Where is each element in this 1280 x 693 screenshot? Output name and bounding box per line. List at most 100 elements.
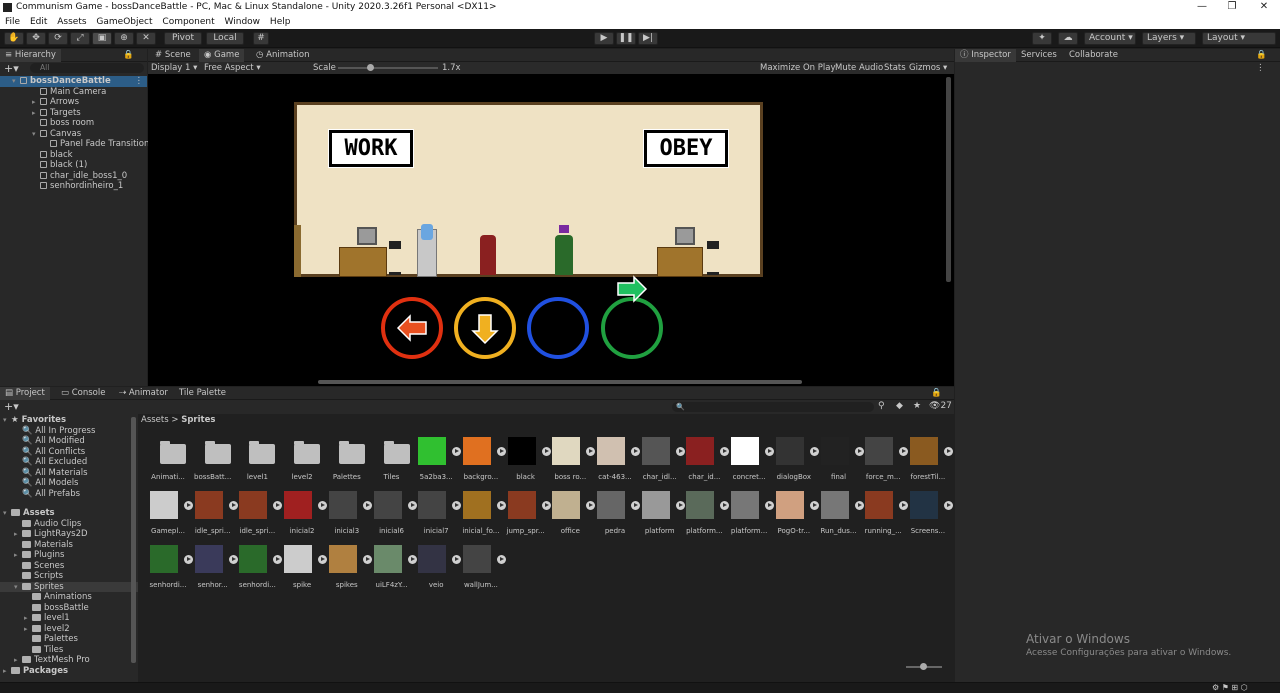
asset-folder-item[interactable]: ▸ Plugins [0, 550, 138, 561]
packages-header[interactable]: ▸ Packages [0, 666, 138, 677]
favorite-item[interactable]: 🔍 All Conflicts [0, 447, 138, 458]
asset-item[interactable]: char_id... [682, 435, 730, 489]
asset-item[interactable]: backgro... [459, 435, 506, 489]
scale-tool-icon[interactable]: ⤢ [70, 32, 90, 45]
asset-item[interactable]: inicial_fo... [459, 489, 506, 543]
rect-tool-icon[interactable]: ▣ [92, 32, 112, 45]
rotate-tool-icon[interactable]: ⟳ [48, 32, 68, 45]
move-tool-icon[interactable]: ✥ [26, 32, 46, 45]
collab-icon[interactable]: ✦ [1032, 32, 1052, 45]
hierarchy-item[interactable]: boss room [0, 118, 147, 129]
asset-item[interactable]: running_... [861, 489, 909, 543]
asset-folder-item[interactable]: Palettes [0, 634, 138, 645]
asset-item[interactable]: senhordi... [146, 543, 193, 597]
asset-item[interactable]: black [504, 435, 551, 489]
grid-snap-icon[interactable]: # [253, 32, 269, 45]
asset-item[interactable]: char_idl... [638, 435, 685, 489]
hierarchy-item[interactable]: char_idle_boss1_0 [0, 171, 147, 182]
pause-button[interactable]: ❚❚ [616, 32, 636, 45]
close-button[interactable]: ✕ [1250, 1, 1278, 14]
tab-services[interactable]: Services [1016, 49, 1062, 62]
favorite-item[interactable]: 🔍 All Excluded [0, 457, 138, 468]
asset-item[interactable]: PogO-tr... [772, 489, 819, 543]
asset-item[interactable]: spikes [325, 543, 372, 597]
asset-item[interactable]: wallJum... [459, 543, 506, 597]
hierarchy-item[interactable]: ▸ Targets [0, 108, 147, 119]
asset-item[interactable]: boss ro... [548, 435, 596, 489]
hierarchy-item[interactable]: Main Camera [0, 87, 147, 98]
hierarchy-search-input[interactable]: All [30, 63, 144, 73]
maximize-button[interactable]: ❐ [1218, 1, 1246, 14]
asset-item[interactable]: concret... [727, 435, 775, 489]
asset-item[interactable]: inicial2 [280, 489, 328, 543]
asset-item[interactable]: Screens... [906, 489, 953, 543]
hierarchy-item[interactable]: ▸ Arrows [0, 97, 147, 108]
play-button[interactable]: ▶ [594, 32, 614, 45]
asset-item[interactable]: Gamepl... [146, 489, 193, 543]
asset-folder-item[interactable]: ▸ level1 [0, 613, 138, 624]
asset-item[interactable]: senhor... [191, 543, 238, 597]
custom-tool-icon[interactable]: ✕ [136, 32, 156, 45]
hierarchy-item[interactable]: black [0, 150, 147, 161]
tab-animator[interactable]: ⇢ Animator [114, 387, 173, 400]
menu-window[interactable]: Window [225, 15, 261, 29]
transform-tool-icon[interactable]: ⊕ [114, 32, 134, 45]
hierarchy-item[interactable]: black (1) [0, 160, 147, 171]
asset-item[interactable]: forestTil... [906, 435, 953, 489]
asset-item[interactable]: bossBatt... [191, 435, 235, 489]
game-view-vscrollbar[interactable] [946, 77, 951, 282]
menu-gameobject[interactable]: GameObject [96, 15, 152, 29]
lock-icon[interactable]: 🔒 [118, 49, 139, 62]
favorite-item[interactable]: 🔍 All Modified [0, 436, 138, 447]
asset-item[interactable]: veio [414, 543, 462, 597]
cloud-icon[interactable]: ☁ [1058, 32, 1078, 45]
favorites-header[interactable]: ▾ ★ Favorites [0, 415, 138, 426]
asset-folder-item[interactable]: Audio Clips [0, 519, 138, 530]
asset-item[interactable]: Palettes [325, 435, 369, 489]
asset-item[interactable]: pedra [593, 489, 640, 543]
asset-item[interactable]: office [548, 489, 596, 543]
assets-header[interactable]: ▾ Assets [0, 508, 138, 519]
menu-assets[interactable]: Assets [57, 15, 86, 29]
scene-root-row[interactable]: ▾ bossDanceBattle ⋮ [0, 76, 147, 87]
menu-file[interactable]: File [5, 15, 20, 29]
asset-folder-item[interactable]: Scripts [0, 571, 138, 582]
asset-item[interactable]: Animati... [146, 435, 190, 489]
asset-folder-item[interactable]: Animations [0, 592, 138, 603]
create-add-icon[interactable]: +▾ [4, 62, 19, 75]
asset-item[interactable]: Tiles [370, 435, 414, 489]
asset-item[interactable]: idle_spri... [235, 489, 283, 543]
asset-item[interactable]: platform... [682, 489, 730, 543]
asset-item[interactable]: jump_spr... [504, 489, 551, 543]
tab-console[interactable]: ▭ Console [56, 387, 110, 400]
menu-edit[interactable]: Edit [30, 15, 47, 29]
asset-folder-item[interactable]: ▸ TextMesh Pro [0, 655, 138, 666]
asset-item[interactable]: platform... [727, 489, 775, 543]
asset-item[interactable]: inicial6 [370, 489, 417, 543]
asset-item[interactable]: force_m... [861, 435, 909, 489]
breadcrumb-sprites[interactable]: Sprites [181, 415, 215, 425]
search-by-label-icon[interactable]: ◆ [896, 401, 903, 411]
asset-item[interactable]: cat-463... [593, 435, 640, 489]
asset-item[interactable]: uiLF4zY... [370, 543, 417, 597]
asset-item[interactable]: senhordi... [235, 543, 283, 597]
hierarchy-item[interactable]: senhordinheiro_1 [0, 181, 147, 192]
asset-folder-item[interactable]: Materials [0, 540, 138, 551]
asset-item[interactable]: 5a2ba3... [414, 435, 462, 489]
favorite-item[interactable]: 🔍 All In Progress [0, 426, 138, 437]
asset-item[interactable]: final [817, 435, 864, 489]
asset-item[interactable]: level1 [235, 435, 279, 489]
layers-dropdown[interactable]: Layers ▾ [1142, 32, 1196, 45]
asset-item[interactable]: level2 [280, 435, 324, 489]
account-dropdown[interactable]: Account ▾ [1084, 32, 1136, 45]
tab-collaborate[interactable]: Collaborate [1064, 49, 1123, 62]
tab-inspector[interactable]: ⓘ Inspector [955, 49, 1016, 62]
expand-sprite-icon[interactable] [943, 447, 953, 456]
hidden-packages-count[interactable]: 👁27 [929, 401, 952, 411]
asset-item[interactable]: inicial3 [325, 489, 372, 543]
project-search-input[interactable]: 🔍 [672, 402, 874, 412]
expand-sprite-icon[interactable] [496, 555, 506, 564]
inspector-lock-icon[interactable]: 🔒⋮ [1251, 49, 1280, 73]
hierarchy-item[interactable]: Panel Fade Transition [0, 139, 149, 150]
project-lock-icon[interactable]: 🔒⋮ [926, 387, 954, 411]
